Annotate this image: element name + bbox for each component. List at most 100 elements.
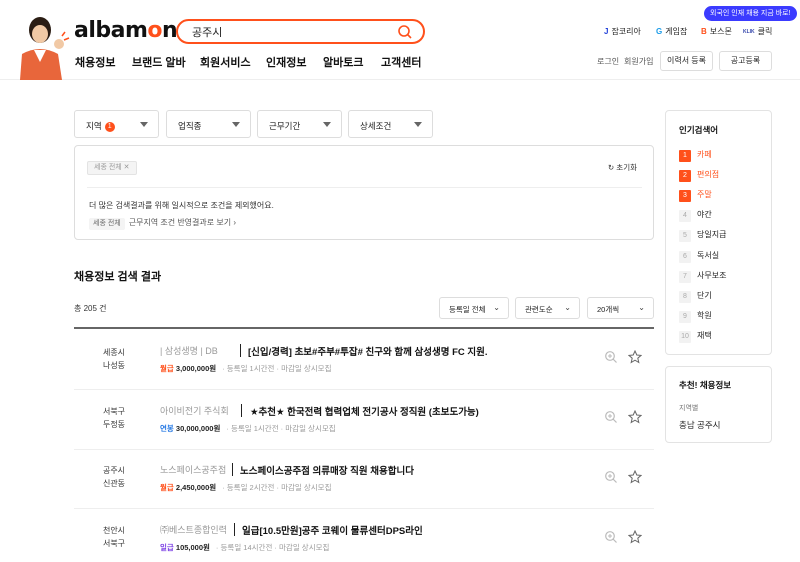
search-icon[interactable] — [397, 24, 413, 40]
filter-detail[interactable]: 상세조건 — [348, 110, 433, 138]
popular-keyword[interactable]: 5 당일지급 — [679, 229, 726, 242]
deadline: 마감일 상시모집 — [279, 543, 330, 552]
job-title[interactable]: 노스페이스공주점 의류매장 직원 채용합니다 — [240, 463, 414, 477]
popular-keyword[interactable]: 6 독서실 — [679, 250, 719, 263]
mascot-image — [12, 14, 70, 80]
search-input[interactable] — [192, 23, 392, 41]
divider — [87, 187, 642, 188]
popular-keyword[interactable]: 3 주말 — [679, 189, 712, 202]
recommend-region[interactable]: 충남 공주시 — [679, 419, 720, 431]
star-icon[interactable] — [628, 350, 642, 364]
site-klik[interactable]: KLIK 클릭 — [743, 26, 772, 37]
posted-date: 등록일 1시간전 — [230, 424, 279, 433]
company-name[interactable]: 아이비전기 주식회 — [160, 404, 229, 417]
login-link[interactable]: 로그인 — [597, 56, 619, 67]
bossmon-icon: B — [701, 27, 707, 36]
location-city: 공주시 — [102, 466, 126, 475]
star-icon[interactable] — [628, 410, 642, 424]
region-label: 지역 — [86, 121, 102, 131]
sort-dropdown[interactable]: 관련도순 ⌄ — [515, 297, 580, 319]
pay-amount: 2,450,000원 — [175, 483, 217, 492]
table-row[interactable]: 세종시 나성동 | 삼성생명 | DB [신입/경력] 초보#주부#투잡# 친구와… — [74, 330, 654, 390]
refresh-icon: ↻ — [607, 163, 615, 172]
table-row[interactable]: 천안시 서북구 ㈜베스트종합인력 일급[10.5만원]공주 코웨이 물류센터DPS… — [74, 509, 654, 562]
filter-label: 근무기간 — [269, 121, 301, 131]
selected-chip[interactable]: 세종 전체 ✕ — [87, 161, 137, 175]
rank: 4 — [679, 210, 691, 222]
company-name[interactable]: ㈜베스트종합인력 — [160, 523, 227, 536]
location-district: 두정동 — [102, 420, 126, 429]
filter-label: 상세조건 — [360, 121, 392, 131]
quick-view-icon[interactable] — [604, 470, 618, 484]
reset-button[interactable]: ↻ 초기화 — [608, 162, 637, 173]
keyword-label: 학원 — [697, 311, 712, 320]
pay-amount: 30,000,000원 — [175, 424, 221, 433]
location-city: 세종시 — [102, 348, 126, 357]
rank: 1 — [679, 150, 691, 162]
pay-type: 연봉 — [160, 424, 174, 433]
header: albamon 채용정보 브랜드 알바 회원서비스 인재정보 알바토크 고객센터… — [0, 0, 800, 80]
nav-talent[interactable]: 인재정보 — [266, 54, 306, 70]
location-district: 서북구 — [102, 539, 126, 548]
nav-help[interactable]: 고객센터 — [381, 54, 421, 70]
star-icon[interactable] — [628, 530, 642, 544]
popular-keyword[interactable]: 7 사무보조 — [679, 270, 726, 283]
reset-label: 초기화 — [616, 163, 637, 172]
quick-view-icon[interactable] — [604, 350, 618, 364]
filter-period[interactable]: 근무기간 — [257, 110, 342, 138]
deadline: 마감일 상시모집 — [281, 483, 332, 492]
notice-link-row[interactable]: 세종 전체 근무지역 조건 반영결과로 보기 › — [89, 217, 236, 230]
popular-keyword[interactable]: 9 학원 — [679, 310, 712, 323]
notice-text: 더 많은 검색결과를 위해 일시적으로 조건을 제외했어요. — [89, 201, 274, 210]
keyword-label: 독서실 — [697, 251, 720, 260]
popular-keyword[interactable]: 1 카페 — [679, 149, 712, 162]
divider — [240, 344, 241, 357]
table-row[interactable]: 공주시 신관동 노스페이스공주점 노스페이스공주점 의류매장 직원 채용합니다 월… — [74, 449, 654, 509]
resume-button[interactable]: 이력서 등록 — [660, 51, 713, 71]
quick-view-icon[interactable] — [604, 530, 618, 544]
popular-keyword[interactable]: 10 재택 — [679, 330, 712, 343]
location-city: 서북구 — [102, 407, 126, 416]
popular-keyword[interactable]: 8 단기 — [679, 290, 712, 303]
notice-link[interactable]: 근무지역 조건 반영결과로 보기 — [129, 218, 231, 227]
logo[interactable]: albamon — [74, 18, 178, 43]
date-dropdown[interactable]: 등록일 전체 ⌄ — [439, 297, 509, 319]
rank: 9 — [679, 311, 691, 323]
site-gamejob[interactable]: G 게임잡 — [656, 26, 687, 37]
signup-link[interactable]: 회원가입 — [624, 56, 653, 67]
divider — [232, 463, 233, 476]
company-name[interactable]: | 삼성생명 | DB — [160, 344, 218, 357]
job-title[interactable]: ★추천★ 한국전력 협력업체 전기공사 정직원 (초보도가능) — [250, 404, 479, 418]
popular-keyword[interactable]: 2 편의점 — [679, 169, 719, 182]
dropdown-label: 20개씩 — [597, 305, 620, 314]
search-box — [176, 19, 425, 44]
divider — [234, 523, 235, 536]
page-size-dropdown[interactable]: 20개씩 ⌄ — [587, 297, 654, 319]
job-title[interactable]: [신입/경력] 초보#주부#투잡# 친구와 함께 삼성생명 FC 지원. — [248, 344, 488, 358]
filter-region[interactable]: 지역 1 — [74, 110, 159, 138]
chevron-down-icon: ⌄ — [638, 303, 645, 312]
post-button[interactable]: 공고등록 — [719, 51, 772, 71]
site-bossmon[interactable]: B 보스몬 — [701, 26, 732, 37]
nav-jobs[interactable]: 채용정보 — [75, 54, 115, 70]
caret-down-icon — [232, 122, 240, 127]
nav-talk[interactable]: 알바토크 — [323, 54, 363, 70]
popular-keyword[interactable]: 4 야간 — [679, 209, 712, 222]
rank: 7 — [679, 271, 691, 283]
quick-view-icon[interactable] — [604, 410, 618, 424]
result-title: 채용정보 검색 결과 — [74, 271, 162, 283]
nav-brand[interactable]: 브랜드 알바 — [132, 54, 186, 70]
filter-job-type[interactable]: 업직종 — [166, 110, 251, 138]
location: 세종시 나성동 — [74, 346, 154, 372]
recommend-title: 추천! 채용정보 — [679, 380, 732, 390]
star-icon[interactable] — [628, 470, 642, 484]
company-name[interactable]: 노스페이스공주점 — [160, 463, 226, 476]
close-icon[interactable]: ✕ — [124, 164, 130, 171]
promo-badge[interactable]: 외국인 인재 채용 지금 바로! — [704, 6, 797, 21]
table-row[interactable]: 서북구두정동 아이비전기 주식회 ★추천★ 한국전력 협력업체 전기공사 정직원… — [74, 390, 654, 450]
nav-member[interactable]: 회원서비스 — [200, 54, 251, 70]
rank: 10 — [679, 331, 691, 343]
site-jobkorea[interactable]: J 잡코리아 — [604, 26, 641, 37]
keyword-label: 당일지급 — [697, 230, 727, 239]
job-title[interactable]: 일급[10.5만원]공주 코웨이 물류센터DPS라인 — [242, 523, 423, 537]
